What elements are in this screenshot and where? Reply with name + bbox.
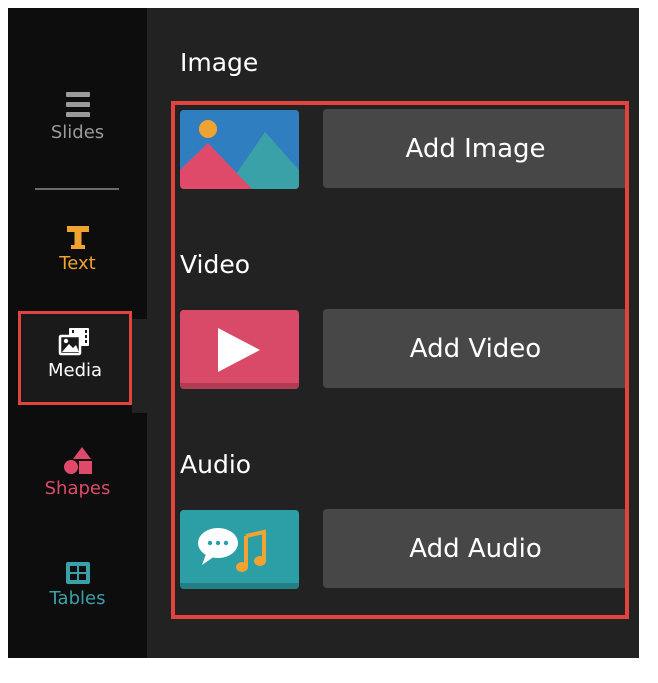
sidebar-item-label: Slides xyxy=(50,122,105,143)
media-options-highlight xyxy=(171,101,629,619)
slides-icon xyxy=(65,92,90,117)
sidebar-item-label: Shapes xyxy=(44,478,111,499)
sidebar: Slides Text Media Shapes Tables xyxy=(8,8,147,658)
text-icon xyxy=(66,226,89,249)
sidebar-item-tables[interactable]: Tables xyxy=(8,560,147,630)
shapes-icon xyxy=(63,447,92,474)
sidebar-item-label: Tables xyxy=(49,588,106,609)
media-panel-window: Slides Text Media Shapes Tables Image Vi… xyxy=(8,8,639,658)
tables-icon xyxy=(65,562,90,584)
active-tab-indicator xyxy=(132,319,147,413)
media-icon xyxy=(58,328,89,356)
sidebar-divider xyxy=(35,188,119,190)
sidebar-item-text[interactable]: Text xyxy=(8,225,147,295)
section-title-image: Image xyxy=(180,48,259,77)
sidebar-item-label: Media xyxy=(47,360,103,381)
sidebar-item-label: Text xyxy=(59,253,96,274)
sidebar-item-slides[interactable]: Slides xyxy=(8,90,147,160)
sidebar-item-media[interactable]: Media xyxy=(18,311,132,405)
sidebar-item-shapes[interactable]: Shapes xyxy=(8,446,147,516)
